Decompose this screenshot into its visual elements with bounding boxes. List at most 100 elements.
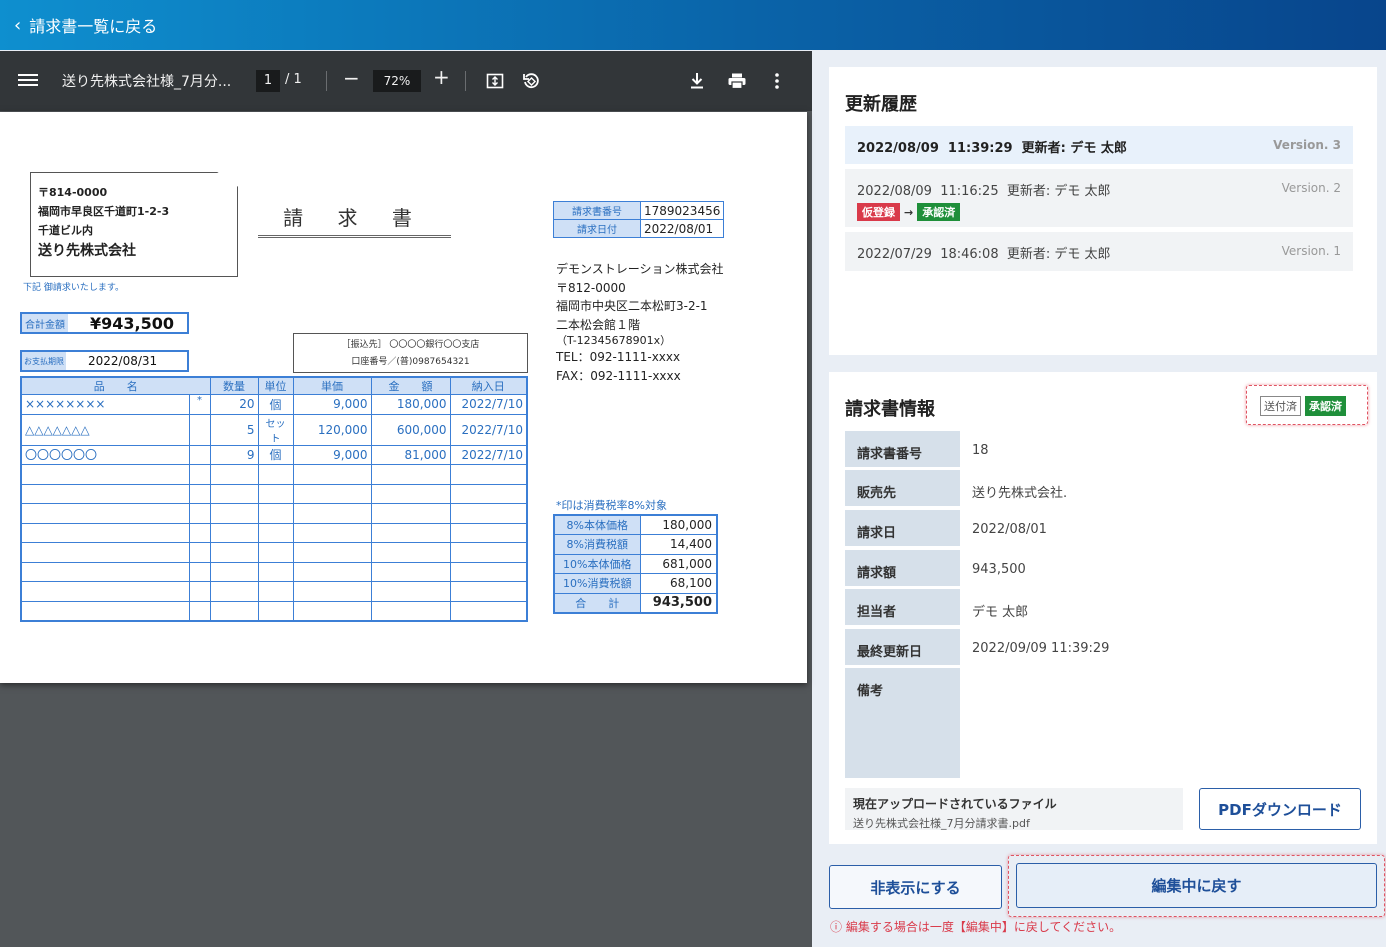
sender-tel: TEL：092-1111-xxxx [556,350,681,364]
sender-info: デモンストレーション株式会社 〒812-0000 福岡市中央区二本松町3-2-1… [556,260,724,385]
status-badge-sent: 送付済 [1260,396,1301,416]
table-row: △△△△△△△ 5 セット 120,000 600,000 2022/7/10 [20,413,528,446]
item-qty: 9 [209,444,259,465]
table-row-empty [20,581,528,602]
invoice-number-value: 1789023456 [639,201,725,220]
summary-total-value: 943,500 [639,592,718,613]
summary-value: 180,000 [639,514,718,535]
history-date: 2022/08/09 [857,141,939,156]
page-number-input[interactable]: 1 [256,70,280,92]
item-amount: 81,000 [370,444,451,465]
history-item[interactable]: 2022/08/09 11:39:29 更新者: デモ 太郎 Version. … [845,126,1353,164]
due-date-box: お支払期限 2022/08/31 [20,350,189,372]
history-item[interactable]: 2022/08/09 11:16:25 更新者: デモ 太郎 仮登録 → 承認済… [845,169,1353,227]
summary-value: 68,100 [639,573,718,594]
recipient-name: 送り先株式会社 [38,243,136,259]
total-amount-label: 合計金額 [22,314,68,332]
page-total: / 1 [285,72,302,87]
rotate-icon[interactable] [520,70,542,92]
info-key: 請求日 [845,510,960,546]
back-to-list-link[interactable]: ‹ 請求書一覧に戻る [14,13,157,37]
hide-button[interactable]: 非表示にする [829,865,1002,909]
pdf-page: 〒814-0000 福岡市早良区千道町1-2-3 千道ビル内 送り先株式会社 下… [0,112,807,683]
bank-line1: ［振込先］ 〇〇〇〇銀行〇〇支店 [341,340,480,350]
item-unit: セット [257,413,294,446]
item-amount: 600,000 [370,413,451,446]
info-value: デモ 太郎 [972,605,1029,620]
pdf-viewer: 送り先株式会社様_7月分... 1 / 1 − 72% + 〒814-0000 … [0,51,812,947]
summary-table: 8%本体価格 180,000 8%消費税額 14,400 10%本体価格 681,00… [553,514,718,614]
toolbar-divider [326,71,327,91]
info-row: 最終更新日 2022/09/09 11:39:29 [845,629,1353,667]
zoom-in-button[interactable]: + [433,65,450,89]
history-editor: 更新者: デモ 太郎 [1021,141,1127,156]
status-badge-provisional: 仮登録 [857,203,900,221]
item-name: ×××××××× [20,394,190,415]
item-unit: 個 [257,444,294,465]
fit-page-icon[interactable] [484,70,506,92]
history-version: Version. 3 [1273,138,1341,152]
zoom-input[interactable]: 72% [373,70,421,92]
sender-company: デモンストレーション株式会社 [556,262,724,276]
invoice-date-label: 請求日付 [553,219,641,238]
info-key: 担当者 [845,589,960,625]
col-header-amount: 金 額 [370,376,451,395]
info-value: 送り先株式会社. [972,486,1068,501]
info-row: 請求書番号 18 [845,431,1353,469]
invoice-title: 請 求 書 [258,202,451,238]
item-name: △△△△△△△ [20,413,190,446]
history-title: 更新履歴 [845,94,917,115]
col-header-date: 納入日 [449,376,528,395]
info-row: 請求日 2022/08/01 [845,510,1353,548]
sender-fax: FAX：092-1111-xxxx [556,368,681,383]
info-row: 販売先 送り先株式会社. [845,470,1353,508]
info-row: 担当者 デモ 太郎 [845,589,1353,627]
history-version: Version. 1 [1281,244,1341,258]
uploaded-file-box: 現在アップロードされているファイル 送り先株式会社様_7月分請求書.pdf [845,788,1183,830]
table-row-empty [20,522,528,543]
info-key: 備考 [845,668,960,778]
item-date: 2022/7/10 [449,413,528,446]
item-date: 2022/7/10 [449,444,528,465]
more-options-icon[interactable] [766,70,788,92]
download-icon[interactable] [686,70,708,92]
summary-total-label: 合 計 [553,592,641,613]
history-date: 2022/08/09 [857,184,932,199]
back-label: 請求書一覧に戻る [29,17,158,36]
sender-reg-no: （T-12345678901x） [556,334,672,347]
bank-line2: 口座番号／(普)0987654321 [351,357,470,367]
sender-postal: 〒812-0000 [556,280,626,295]
zoom-out-button[interactable]: − [343,66,360,90]
info-value: 2022/08/01 [972,522,1047,537]
table-row-empty [20,600,528,621]
invoice-number-label: 請求書番号 [553,201,641,220]
invoice-date-value: 2022/08/01 [639,219,725,238]
print-icon[interactable] [726,70,748,92]
item-date: 2022/7/10 [449,394,528,415]
pdf-filename: 送り先株式会社様_7月分... [62,74,232,90]
history-date: 2022/07/29 [857,247,932,262]
status-badges: 送付済 承認済 [1260,396,1346,416]
sender-address2: 二本松会館１階 [556,317,641,332]
menu-icon[interactable] [18,71,38,91]
pdf-download-button[interactable]: PDFダウンロード [1199,788,1361,830]
summary-value: 681,000 [639,553,718,574]
info-row: 請求額 943,500 [845,550,1353,588]
col-header-unit: 単位 [257,376,294,395]
total-amount-value: ¥943,500 [90,313,175,333]
item-qty: 20 [209,394,259,415]
table-row-empty [20,561,528,582]
history-item[interactable]: 2022/07/29 18:46:08 更新者: デモ 太郎 Version. … [845,232,1353,271]
tax-note: *印は消費税率8%対象 [556,499,667,512]
info-row-notes: 備考 [845,668,1353,778]
table-row: ×××××××× * 20 個 9,000 180,000 2022/7/10 [20,394,528,415]
recipient-address1: 福岡市早良区千道町1-2-3 [38,205,170,218]
revert-to-editing-button[interactable]: 編集中に戻す [1016,863,1377,908]
toolbar-divider [465,71,466,91]
info-value [960,668,972,778]
table-row-empty [20,483,528,504]
item-tax-mark: * [188,394,211,415]
recipient-postal: 〒814-0000 [38,186,108,199]
items-table: 品 名 数量 単位 単価 金 額 納入日 ×××××××× * 20 個 9,0… [20,376,528,622]
history-editor: 更新者: デモ 太郎 [1006,184,1111,199]
